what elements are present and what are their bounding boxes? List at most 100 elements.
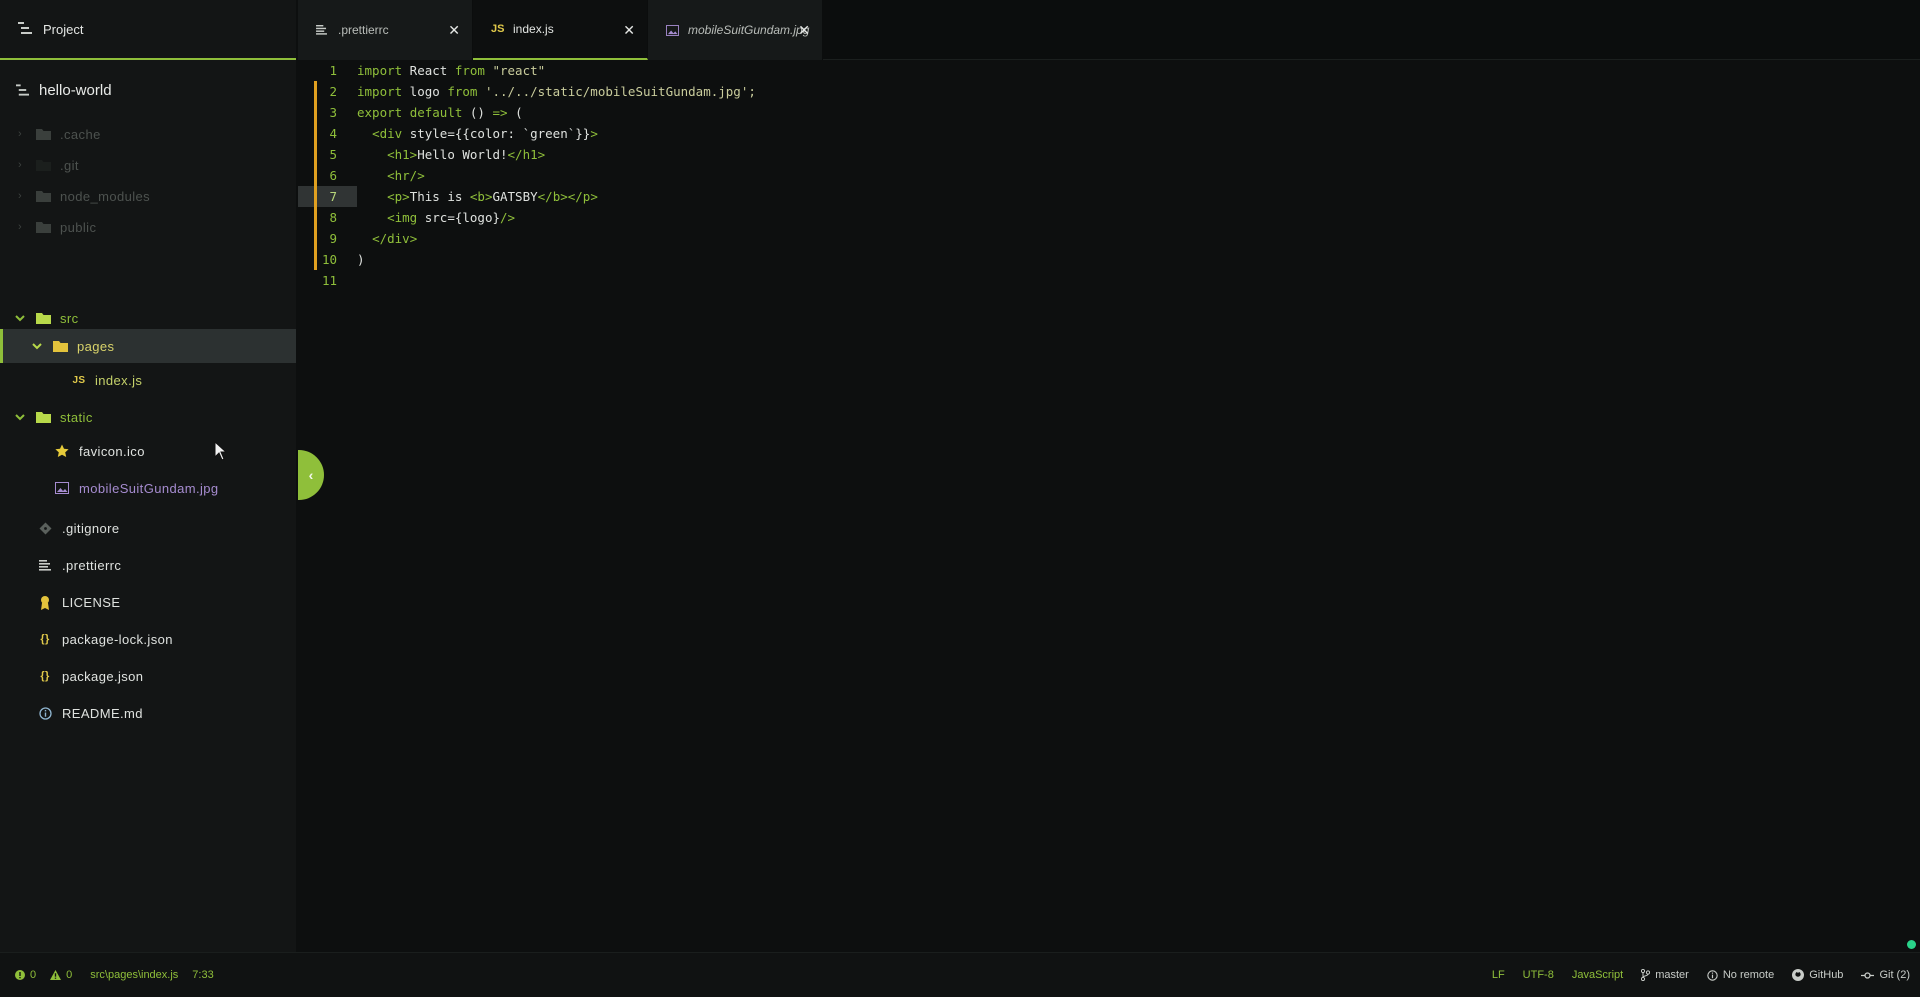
code-line: 10 ) (298, 249, 1920, 270)
code-text: <div style={{color: `green`}}> (372, 126, 598, 141)
tab-index-js[interactable]: JS index.js ✕ (473, 0, 648, 60)
folder-icon (35, 127, 51, 141)
javascript-file-icon: JS (72, 374, 86, 386)
diagnostics-warnings[interactable]: 0 (50, 969, 72, 981)
grammar-selector[interactable]: JavaScript (1572, 969, 1623, 981)
code-line-current: 7 <p>This is <b>GATSBY</b></p> (298, 186, 1920, 207)
git-branch[interactable]: master (1641, 969, 1689, 981)
line-number: 11 (321, 273, 337, 288)
tree-item-label: package.json (62, 668, 144, 684)
close-icon[interactable]: ✕ (448, 22, 460, 39)
editor-window: Project hello-world › .cache › .git › no… (0, 0, 1920, 997)
tree-file-license[interactable]: LICENSE (0, 585, 296, 619)
code-text: export default () => ( (357, 105, 523, 120)
tree-file-prettierrc[interactable]: .prettierrc (0, 548, 296, 582)
close-icon[interactable]: ✕ (798, 22, 810, 39)
json-braces-icon: {} (40, 633, 50, 645)
git-remote[interactable]: No remote (1707, 969, 1774, 981)
info-icon (37, 706, 53, 720)
file-path[interactable]: src\pages\index.js (90, 969, 178, 981)
line-number: 5 (298, 144, 357, 165)
encoding-selector[interactable]: UTF-8 (1523, 969, 1554, 981)
tree-item-label: .prettierrc (62, 557, 122, 573)
github-panel-button[interactable]: GitHub (1792, 969, 1843, 981)
code-line: 5 <h1>Hello World!</h1> (298, 144, 1920, 165)
folder-open-icon (35, 410, 51, 424)
tab-bar: .prettierrc ✕ JS index.js ✕ mobileSuitGu… (298, 0, 1920, 60)
chevron-down-icon (13, 413, 27, 421)
tree-file-mobile-suit-gundam-jpg[interactable]: mobileSuitGundam.jpg (0, 471, 296, 505)
cursor-position[interactable]: 7:33 (192, 969, 213, 981)
line-number: 9 (298, 228, 357, 249)
project-panel-header[interactable]: Project (0, 0, 296, 60)
tree-folder-static[interactable]: static (0, 400, 296, 434)
chevron-down-icon (13, 314, 27, 322)
folder-open-icon (52, 339, 68, 353)
tree-item-label: mobileSuitGundam.jpg (79, 480, 219, 496)
code-text: <img src={logo}/> (387, 210, 516, 225)
line-number: 8 (298, 207, 357, 228)
tree-item-label: static (60, 409, 93, 425)
code-line: 11 (298, 270, 1920, 291)
line-number: 6 (298, 165, 357, 186)
status-indicator-dot (1907, 940, 1916, 949)
folder-icon (35, 158, 51, 172)
git-panel-button[interactable]: Git (2) (1861, 969, 1910, 981)
tab-mobile-suit-gundam-jpg[interactable]: mobileSuitGundam.jpg ✕ (648, 0, 823, 60)
code-text: </div> (372, 231, 418, 246)
code-text: ) (357, 252, 365, 267)
code-editor[interactable]: 1 import React from "react" 2 import log… (298, 60, 1920, 952)
tab-prettierrc[interactable]: .prettierrc ✕ (298, 0, 473, 60)
error-circle-icon (15, 970, 25, 980)
tree-folder-cache[interactable]: › .cache (0, 117, 296, 151)
status-bar: 0 0 src\pages\index.js 7:33 LF UTF-8 Jav… (0, 952, 1920, 997)
license-ribbon-icon (37, 595, 53, 610)
tree-item-label: src (60, 310, 79, 326)
tab-label: mobileSuitGundam.jpg (688, 23, 810, 37)
tree-file-readme[interactable]: README.md (0, 696, 296, 730)
tree-item-label: node_modules (60, 188, 151, 204)
chevron-right-icon: › (17, 190, 23, 202)
json-braces-icon: {} (40, 670, 50, 682)
tree-item-label: favicon.ico (79, 443, 145, 459)
info-icon (1707, 969, 1718, 981)
code-text: <h1>Hello World!</h1> (387, 147, 546, 162)
repository-icon (14, 83, 30, 97)
line-ending-selector[interactable]: LF (1492, 969, 1505, 981)
tree-file-favicon[interactable]: favicon.ico (0, 434, 296, 468)
close-icon[interactable]: ✕ (623, 22, 635, 39)
code-text: import React from "react" (357, 63, 546, 78)
chevron-right-icon: › (17, 221, 23, 233)
tree-item-label: public (60, 219, 97, 235)
tree-item-label: LICENSE (62, 594, 121, 610)
tree-item-label: pages (77, 338, 115, 354)
tree-file-gitignore[interactable]: .gitignore (0, 511, 296, 545)
tree-item-label: .cache (60, 126, 101, 142)
tree-file-package-lock-json[interactable]: {} package-lock.json (0, 622, 296, 656)
tree-folder-public[interactable]: › public (0, 210, 296, 244)
line-number: 2 (298, 81, 357, 102)
tree-file-package-json[interactable]: {} package.json (0, 659, 296, 693)
tab-label: index.js (513, 22, 554, 36)
line-number: 7 (298, 186, 357, 207)
tree-item-label: README.md (62, 705, 143, 721)
tree-item-label: index.js (95, 372, 143, 388)
tree-view: Project hello-world › .cache › .git › no… (0, 0, 296, 952)
code-line: 9 </div> (298, 228, 1920, 249)
tree-folder-node-modules[interactable]: › node_modules (0, 179, 296, 213)
chevron-left-icon: ‹ (308, 467, 314, 483)
star-icon (54, 444, 70, 458)
line-number: 4 (298, 123, 357, 144)
git-commit-icon (1861, 971, 1875, 980)
line-number: 1 (329, 63, 337, 78)
diagnostics-errors[interactable]: 0 (15, 969, 36, 981)
code-line: 8 <img src={logo}/> (298, 207, 1920, 228)
tree-folder-git[interactable]: › .git (0, 148, 296, 182)
code-line: 2 import logo from '../../static/mobileS… (298, 81, 1920, 102)
code-text: <hr/> (387, 168, 425, 183)
tree-folder-pages[interactable]: pages (0, 329, 296, 363)
tree-file-index-js[interactable]: JS index.js (0, 363, 296, 397)
tree-root-hello-world[interactable]: hello-world (0, 73, 296, 107)
folder-open-icon (35, 311, 51, 325)
code-text: import logo from '../../static/mobileSui… (357, 84, 756, 99)
